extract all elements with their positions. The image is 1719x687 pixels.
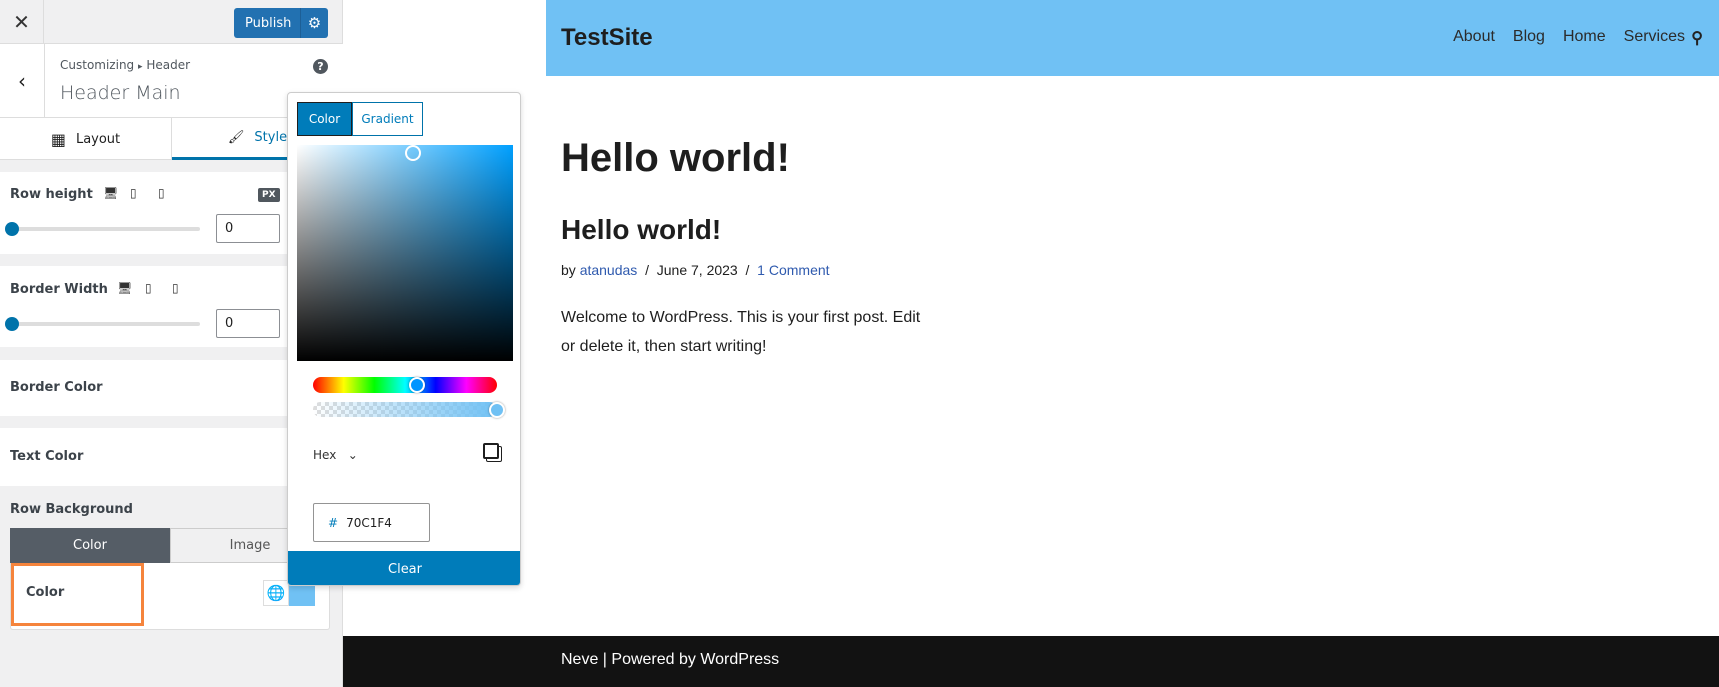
color-picker-popup: Color Gradient Hex ⌄ #70C1F4 Clear	[287, 92, 521, 586]
alpha-slider[interactable]	[313, 402, 505, 418]
mobile-icon[interactable]: ▯	[172, 281, 179, 295]
highlight-box: Color	[11, 563, 144, 626]
top-bar: ✕ Publish ⚙	[0, 0, 343, 44]
post-title: Hello world!	[561, 136, 790, 180]
picker-tab-color[interactable]: Color	[297, 102, 352, 136]
site-header: TestSite About Blog Home Services ⚲	[546, 0, 1719, 76]
row-height-slider[interactable]	[5, 222, 200, 236]
desktop-icon[interactable]: 🖥	[103, 186, 118, 200]
hue-thumb[interactable]	[408, 377, 425, 393]
slider-thumb[interactable]	[5, 317, 19, 331]
row-background-label: Row Background	[10, 502, 133, 517]
comments-link[interactable]: 1 Comment	[757, 262, 829, 278]
nav-home[interactable]: Home	[1563, 28, 1606, 46]
hue-slider[interactable]	[313, 377, 497, 393]
help-icon[interactable]: ?	[313, 59, 328, 74]
saturation-thumb[interactable]	[405, 145, 421, 161]
layout-icon: ▦	[50, 129, 66, 149]
back-icon[interactable]: ‹	[0, 44, 45, 118]
publish-button[interactable]: Publish ⚙	[234, 8, 328, 38]
site-nav: About Blog Home Services	[1453, 28, 1685, 46]
brush-icon: 🖌	[227, 130, 245, 145]
site-footer: Neve | Powered by WordPress	[343, 636, 1719, 687]
tablet-icon[interactable]: ▯	[145, 281, 152, 295]
row-background-tabs: Color Image	[10, 528, 330, 563]
saturation-area[interactable]	[297, 145, 513, 361]
gear-icon[interactable]: ⚙	[300, 8, 328, 38]
chevron-down-icon: ⌄	[347, 448, 358, 462]
border-width-slider[interactable]	[5, 317, 200, 331]
breadcrumb: Customizing ▸ Header	[60, 58, 191, 72]
nav-blog[interactable]: Blog	[1513, 28, 1545, 46]
row-height-input[interactable]: 0	[216, 214, 280, 243]
post-meta: by atanudas / June 7, 2023 / 1 Comment	[561, 262, 830, 278]
close-icon[interactable]: ✕	[0, 0, 44, 44]
entry-title[interactable]: Hello world!	[561, 214, 721, 246]
desktop-icon[interactable]: 🖥	[117, 281, 132, 295]
nav-services[interactable]: Services	[1624, 28, 1685, 46]
copy-icon[interactable]	[483, 443, 499, 459]
tab-color[interactable]: Color	[10, 528, 170, 563]
tablet-icon[interactable]: ▯	[130, 186, 137, 200]
tab-layout[interactable]: ▦ Layout	[0, 118, 172, 160]
nav-about[interactable]: About	[1453, 28, 1495, 46]
site-title[interactable]: TestSite	[561, 24, 653, 52]
alpha-thumb[interactable]	[489, 402, 505, 418]
mobile-icon[interactable]: ▯	[158, 186, 165, 200]
globe-icon[interactable]: 🌐	[263, 580, 289, 606]
hex-input[interactable]: #70C1F4	[313, 503, 430, 542]
author-link[interactable]: atanudas	[580, 262, 638, 278]
format-select[interactable]: Hex ⌄	[313, 448, 358, 462]
picker-tab-gradient[interactable]: Gradient	[352, 102, 423, 136]
post-excerpt: Welcome to WordPress. This is your first…	[561, 309, 921, 355]
unit-badge[interactable]: PX	[258, 188, 280, 202]
search-icon[interactable]: ⚲	[1691, 28, 1703, 48]
page-title: Header Main	[60, 82, 181, 104]
clear-button[interactable]: Clear	[288, 551, 520, 585]
border-width-input[interactable]: 0	[216, 309, 280, 338]
slider-thumb[interactable]	[5, 222, 19, 236]
